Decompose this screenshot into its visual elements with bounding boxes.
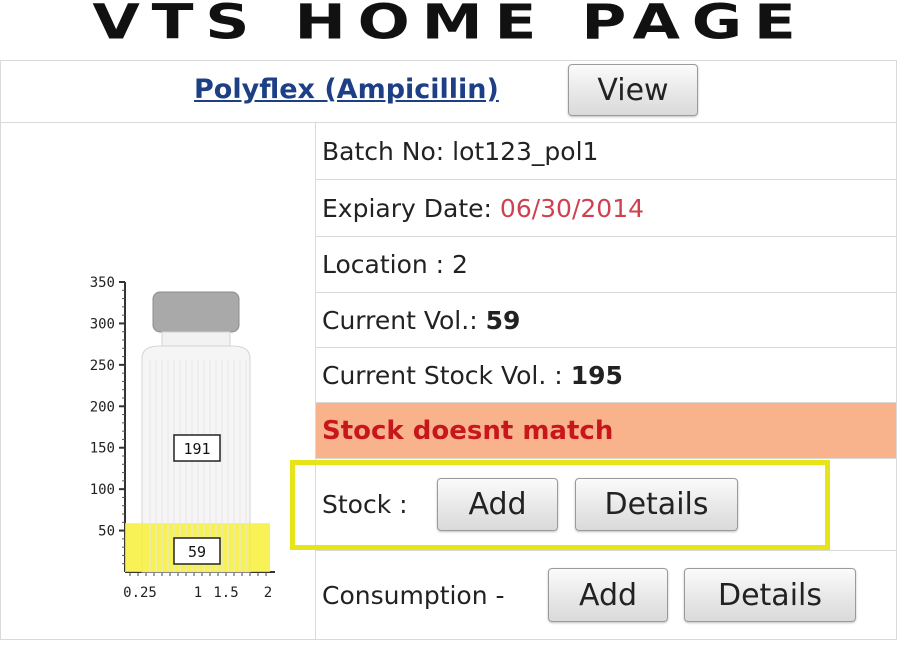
location-label: Location : 2 xyxy=(322,250,468,279)
y-tick-label: 150 xyxy=(90,441,115,457)
current-stock-label: Current Stock Vol. : xyxy=(322,360,563,390)
x-tick-label: 1 xyxy=(194,585,202,601)
bottle-cap xyxy=(152,291,240,333)
y-tick-label: 250 xyxy=(90,358,115,374)
capacity-label: 191 xyxy=(183,440,210,458)
consumption-details-button[interactable]: Details xyxy=(684,568,856,622)
current-vol-row: Current Vol.: 59 xyxy=(316,293,896,348)
stock-mismatch-text: Stock doesnt match xyxy=(322,415,614,446)
current-stock-value: 195 xyxy=(570,360,623,390)
location-row: Location : 2 xyxy=(316,237,896,293)
y-tick-label: 350 xyxy=(90,275,115,291)
expiry-value: 06/30/2014 xyxy=(499,193,645,223)
y-tick-label: 50 xyxy=(98,524,115,540)
product-name-link[interactable]: Polyflex (Ampicillin) xyxy=(194,74,499,105)
current-stock-row: Current Stock Vol. : 195 xyxy=(316,348,896,403)
batch-row: Batch No: lot123_pol1 xyxy=(316,123,896,180)
page-title: VTS HOME PAGE xyxy=(92,0,808,51)
view-button[interactable]: View xyxy=(568,64,698,116)
batch-label: Batch No: lot123_pol1 xyxy=(322,136,599,166)
expiry-label: Expiary Date: xyxy=(322,193,492,223)
current-vol-label: Current Vol.: xyxy=(322,305,478,335)
y-tick-label: 100 xyxy=(90,482,115,498)
current-vol-value: 59 xyxy=(485,305,521,335)
y-tick-label: 300 xyxy=(90,316,115,332)
stock-row-highlight xyxy=(290,460,830,550)
x-tick-label: 1.5 xyxy=(213,585,238,601)
x-tick-label: 2 xyxy=(264,585,272,601)
y-tick-label: 200 xyxy=(90,399,115,415)
bottle-volume-chart: 350 300 250 200 150 100 50 0.25 1 1.5 2 191 59 xyxy=(90,275,275,601)
consumption-add-button[interactable]: Add xyxy=(548,568,668,622)
x-tick-label: 0.25 xyxy=(123,585,157,601)
current-label: 59 xyxy=(188,543,206,561)
expiry-row: Expiary Date: 06/30/2014 xyxy=(316,180,896,237)
stock-mismatch-alert: Stock doesnt match xyxy=(316,403,896,459)
consumption-label: Consumption - xyxy=(322,581,505,610)
bottle-neck xyxy=(161,331,231,347)
